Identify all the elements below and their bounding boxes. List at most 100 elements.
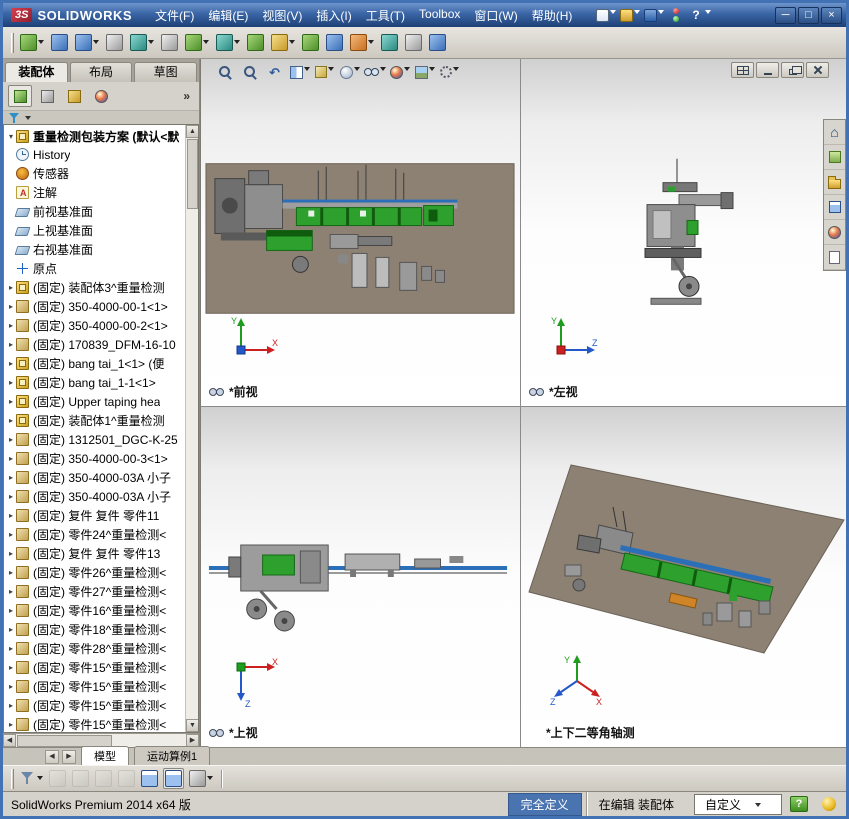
dropdown-caret-icon[interactable] bbox=[368, 40, 374, 47]
model-minimize-button[interactable] bbox=[756, 62, 779, 78]
explode-line-sketch-button[interactable] bbox=[325, 33, 344, 52]
tab-motion-study-1[interactable]: 运动算例1 bbox=[134, 746, 211, 765]
viewport-front[interactable]: Y X *前视 bbox=[200, 59, 521, 407]
propertymanager-tab[interactable] bbox=[35, 85, 59, 107]
menu-item[interactable]: Toolbox bbox=[412, 3, 467, 28]
scroll-up-button[interactable]: ▲ bbox=[186, 125, 198, 138]
expand-arrow-icon[interactable]: ▸ bbox=[6, 397, 16, 406]
expand-arrow-icon[interactable]: ▸ bbox=[6, 606, 16, 615]
section-view-button[interactable] bbox=[288, 62, 311, 82]
show-hidden-components-button[interactable] bbox=[160, 33, 179, 52]
filter-funnel-icon[interactable] bbox=[8, 112, 21, 124]
measure-button[interactable] bbox=[380, 33, 399, 52]
tree-item[interactable]: ▸ (固定) 装配体3^重量检测 bbox=[6, 278, 183, 297]
dropdown-caret-icon[interactable] bbox=[658, 9, 665, 17]
zoom-to-fit-button[interactable] bbox=[213, 62, 236, 82]
instant3d-button[interactable] bbox=[428, 33, 447, 52]
mass-properties-button[interactable] bbox=[404, 33, 423, 52]
tree-item[interactable]: ▸ (固定) 1312501_DGC-K-25 bbox=[6, 430, 183, 449]
scroll-left-button[interactable]: ◀ bbox=[3, 734, 16, 747]
quick-tip-ball-icon[interactable] bbox=[822, 797, 836, 811]
view-settings-button[interactable] bbox=[438, 62, 461, 82]
tree-item[interactable]: ▸ (固定) 零件15^重量检测< bbox=[6, 658, 183, 677]
dropdown-caret-icon[interactable] bbox=[428, 66, 435, 74]
close-button[interactable]: × bbox=[821, 6, 842, 24]
tab-sketch[interactable]: 草图 bbox=[134, 62, 198, 82]
expand-arrow-icon[interactable]: ▸ bbox=[6, 435, 16, 444]
scrollbar-thumb[interactable] bbox=[187, 139, 198, 209]
expand-arrow-icon[interactable]: ▸ bbox=[6, 321, 16, 330]
tree-item[interactable]: ▸ (固定) 零件24^重量检测< bbox=[6, 525, 183, 544]
expand-arrow-icon[interactable]: ▸ bbox=[6, 549, 16, 558]
menu-item[interactable]: 插入(I) bbox=[309, 3, 358, 28]
edit-appearance-button[interactable] bbox=[388, 62, 411, 82]
solidworks-resources-tab[interactable]: ⌂ bbox=[824, 120, 845, 145]
dropdown-caret-icon[interactable] bbox=[379, 66, 386, 74]
tree-item[interactable]: ▸ (固定) 350-4000-03A 小子 bbox=[6, 487, 183, 506]
tree-root[interactable]: ▾ 重量检测包装方案 (默认<默 bbox=[6, 127, 183, 145]
expand-arrow-icon[interactable]: ▸ bbox=[6, 302, 16, 311]
scroll-down-button[interactable]: ▼ bbox=[186, 719, 198, 732]
expand-arrow-icon[interactable]: ▸ bbox=[6, 720, 16, 729]
dropdown-caret-icon[interactable] bbox=[403, 66, 410, 74]
tree-item[interactable]: ▸ (固定) 零件15^重量检测< bbox=[6, 715, 183, 732]
mate-button[interactable] bbox=[50, 33, 69, 52]
save-button[interactable] bbox=[643, 8, 665, 23]
view-palette-tab[interactable] bbox=[824, 195, 845, 220]
expand-arrow-icon[interactable]: ▸ bbox=[6, 473, 16, 482]
tree-item[interactable]: 注解 bbox=[6, 183, 183, 202]
expand-arrow-icon[interactable]: ▸ bbox=[6, 454, 16, 463]
tree-item[interactable]: ▸ (固定) 复件 复件 零件11 bbox=[6, 506, 183, 525]
expand-arrow-icon[interactable]: ▸ bbox=[6, 283, 16, 292]
display-pane-button[interactable] bbox=[188, 769, 214, 788]
viewport-top[interactable]: X Z *上视 bbox=[200, 407, 521, 747]
dropdown-caret-icon[interactable] bbox=[303, 66, 310, 74]
dropdown-caret-icon[interactable] bbox=[634, 9, 641, 17]
design-library-tab[interactable] bbox=[824, 145, 845, 170]
viewport-left[interactable]: Y Z *左视 bbox=[521, 59, 846, 407]
tree-item[interactable]: History bbox=[6, 145, 183, 164]
model-close-button[interactable] bbox=[806, 62, 829, 78]
tree-item[interactable]: ▸ (固定) 零件18^重量检测< bbox=[6, 620, 183, 639]
dropdown-caret-icon[interactable] bbox=[328, 66, 334, 74]
tree-item[interactable]: ▸ (固定) 装配体1^重量检测 bbox=[6, 411, 183, 430]
dropdown-caret-icon[interactable] bbox=[38, 40, 44, 47]
tree-item[interactable]: ▸ (固定) Upper taping hea bbox=[6, 392, 183, 411]
tree-item[interactable]: ▸ (固定) 零件15^重量检测< bbox=[6, 677, 183, 696]
expand-arrow-icon[interactable]: ▸ bbox=[6, 701, 16, 710]
custom-properties-tab[interactable] bbox=[824, 245, 845, 270]
dropdown-caret-icon[interactable] bbox=[207, 776, 213, 783]
dropdown-caret-icon[interactable] bbox=[289, 40, 295, 47]
tree-item[interactable]: ▸ (固定) 350-4000-00-2<1> bbox=[6, 316, 183, 335]
tree-item[interactable]: ▸ (固定) bang tai_1-1<1> bbox=[6, 373, 183, 392]
linear-component-pattern-button[interactable] bbox=[74, 33, 100, 52]
quick-tips-button[interactable]: ? bbox=[790, 796, 808, 812]
filter-faces-button[interactable] bbox=[94, 769, 113, 788]
menu-item[interactable]: 视图(V) bbox=[255, 3, 309, 28]
help-button[interactable]: ? bbox=[687, 6, 704, 24]
maximize-button[interactable]: □ bbox=[798, 6, 819, 24]
dropdown-caret-icon[interactable] bbox=[148, 40, 154, 47]
configurationmanager-tab[interactable] bbox=[62, 85, 86, 107]
panel-overflow-button[interactable]: » bbox=[179, 89, 194, 103]
custom-dropdown[interactable]: 自定义 bbox=[694, 793, 782, 815]
toolbar-grip[interactable] bbox=[11, 32, 14, 53]
tab-scroll-right-button[interactable]: ▶ bbox=[62, 750, 76, 764]
expand-arrow-icon[interactable]: ▸ bbox=[6, 416, 16, 425]
assembly-features-button[interactable] bbox=[184, 33, 210, 52]
help-caret-icon[interactable] bbox=[704, 9, 711, 17]
filter-vertices-button[interactable] bbox=[48, 769, 67, 788]
expand-arrow-icon[interactable]: ▸ bbox=[6, 644, 16, 653]
expand-arrow-icon[interactable]: ▾ bbox=[6, 132, 16, 141]
tree-item[interactable]: ▸ (固定) bang tai_1<1> (便 bbox=[6, 354, 183, 373]
new-motion-study-button[interactable] bbox=[246, 33, 265, 52]
interference-detection-button[interactable] bbox=[349, 33, 375, 52]
expand-arrow-icon[interactable]: ▸ bbox=[6, 587, 16, 596]
zoom-to-area-button[interactable] bbox=[238, 62, 261, 82]
tree-item[interactable]: ▸ (固定) 复件 复件 零件13 bbox=[6, 544, 183, 563]
tab-model[interactable]: 模型 bbox=[81, 746, 129, 765]
tab-layout[interactable]: 布局 bbox=[69, 62, 133, 82]
dropdown-caret-icon[interactable] bbox=[453, 66, 459, 74]
displaymanager-tab[interactable] bbox=[89, 85, 113, 107]
dropdown-caret-icon[interactable] bbox=[755, 802, 762, 810]
